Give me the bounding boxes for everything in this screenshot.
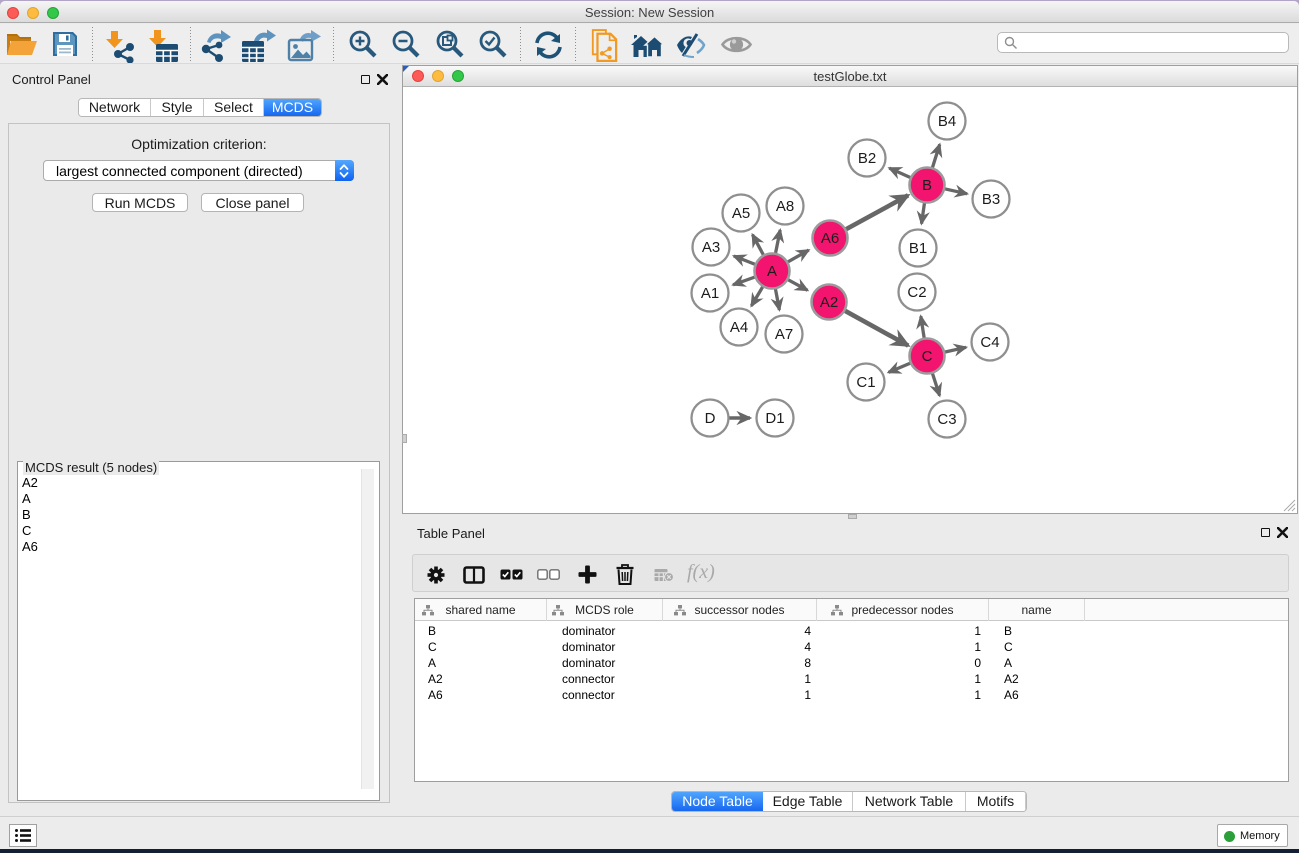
svg-text:A4: A4 bbox=[730, 319, 748, 336]
svg-text:C1: C1 bbox=[856, 374, 875, 391]
svg-text:B1: B1 bbox=[909, 240, 927, 257]
svg-text:A: A bbox=[767, 263, 777, 280]
svg-text:B2: B2 bbox=[858, 150, 876, 167]
svg-text:C3: C3 bbox=[937, 411, 956, 428]
svg-text:A3: A3 bbox=[702, 239, 720, 256]
svg-text:A8: A8 bbox=[776, 198, 794, 215]
svg-text:B3: B3 bbox=[982, 191, 1000, 208]
svg-text:D: D bbox=[705, 410, 716, 427]
svg-text:A6: A6 bbox=[821, 230, 839, 247]
svg-text:C2: C2 bbox=[907, 284, 926, 301]
svg-text:A5: A5 bbox=[732, 205, 750, 222]
svg-text:A7: A7 bbox=[775, 326, 793, 343]
svg-text:C4: C4 bbox=[980, 334, 999, 351]
svg-text:D1: D1 bbox=[765, 410, 784, 427]
svg-text:B: B bbox=[922, 177, 932, 194]
svg-text:C: C bbox=[922, 348, 933, 365]
svg-text:A2: A2 bbox=[820, 294, 838, 311]
svg-text:A1: A1 bbox=[701, 285, 719, 302]
svg-text:B4: B4 bbox=[938, 113, 956, 130]
